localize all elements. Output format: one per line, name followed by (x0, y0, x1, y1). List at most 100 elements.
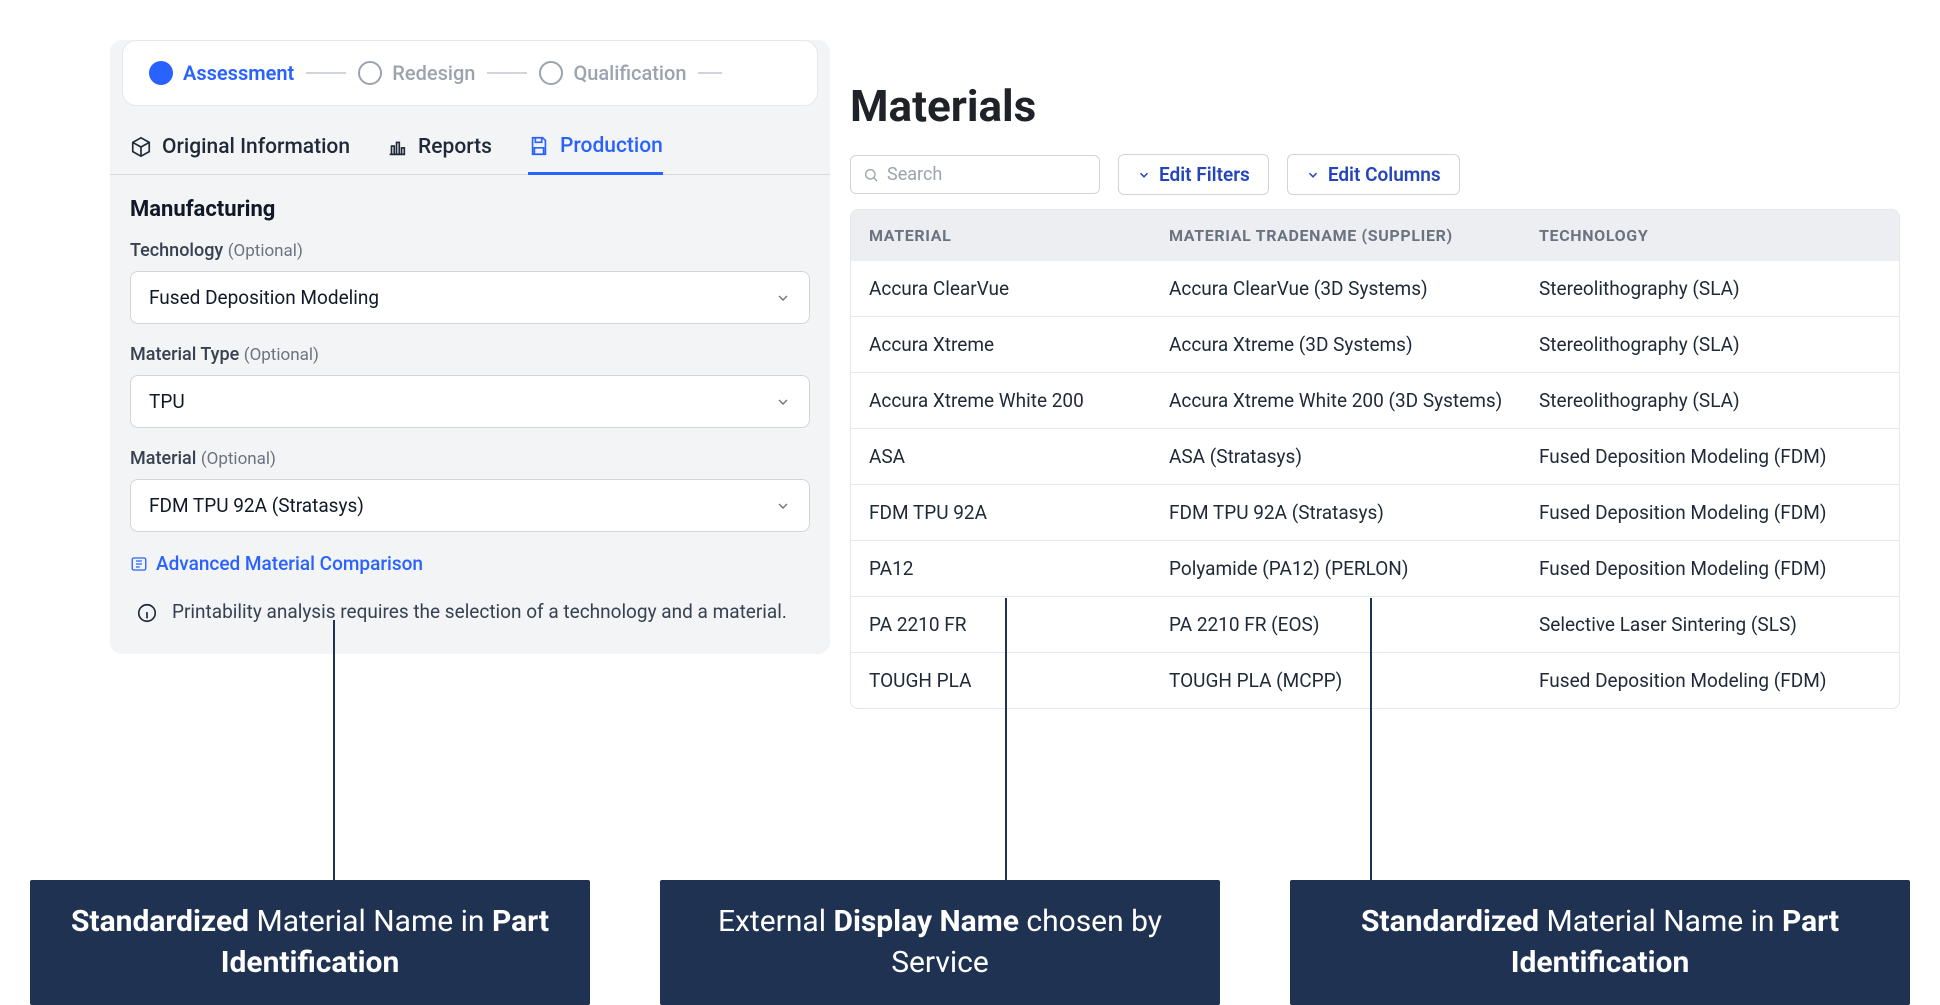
step-connector (698, 72, 722, 74)
step-dot-hollow-icon (539, 61, 563, 85)
callout-line (333, 620, 335, 880)
callout-bold: Standardized (1361, 904, 1539, 939)
save-icon (528, 135, 550, 157)
callout-text: Material Name in (249, 904, 492, 939)
compare-icon (130, 555, 148, 573)
bar-chart-icon (386, 136, 408, 158)
info-banner: Printability analysis requires the selec… (110, 589, 830, 654)
cell-tradename: PA 2210 FR (EOS) (1151, 597, 1521, 652)
step-connector (306, 72, 346, 74)
right-panel: Materials Edit Filters Edit Columns (850, 80, 1900, 709)
step-assessment[interactable]: Assessment (149, 61, 294, 85)
step-dot-active-icon (149, 61, 173, 85)
cell-tradename: Accura ClearVue (3D Systems) (1151, 261, 1521, 316)
field-label: Material Type (Optional) (130, 344, 810, 365)
table-row[interactable]: Accura XtremeAccura Xtreme (3D Systems)S… (851, 316, 1899, 372)
callout-text: Material Name in (1539, 904, 1782, 939)
table-row[interactable]: ASAASA (Stratasys)Fused Deposition Model… (851, 428, 1899, 484)
step-connector (487, 72, 527, 74)
callout-text: External (718, 904, 833, 939)
step-label: Qualification (573, 61, 686, 85)
toolbar: Edit Filters Edit Columns (850, 154, 1900, 195)
optional-text: (Optional) (201, 449, 276, 469)
cell-material: FDM TPU 92A (851, 485, 1151, 540)
step-dot-hollow-icon (358, 61, 382, 85)
cell-technology: Fused Deposition Modeling (FDM) (1521, 653, 1881, 708)
section-title: Manufacturing (110, 175, 830, 234)
chevron-down-icon (1306, 168, 1320, 182)
cube-icon (130, 136, 152, 158)
cell-tradename: TOUGH PLA (MCPP) (1151, 653, 1521, 708)
table-row[interactable]: PA12Polyamide (PA12) (PERLON)Fused Depos… (851, 540, 1899, 596)
info-text: Printability analysis requires the selec… (172, 599, 787, 626)
label-text: Material Type (130, 344, 239, 365)
tab-label: Production (560, 134, 663, 158)
step-label: Assessment (183, 61, 294, 85)
table-header: MATERIAL MATERIAL TRADENAME (SUPPLIER) T… (851, 210, 1899, 261)
button-label: Edit Filters (1159, 163, 1250, 186)
cell-material: Accura Xtreme (851, 317, 1151, 372)
cell-material: Accura Xtreme White 200 (851, 373, 1151, 428)
cell-material: PA12 (851, 541, 1151, 596)
step-label: Redesign (392, 61, 475, 85)
field-material: Material (Optional) FDM TPU 92A (Stratas… (110, 442, 830, 546)
cell-tradename: Accura Xtreme White 200 (3D Systems) (1151, 373, 1521, 428)
materials-table: MATERIAL MATERIAL TRADENAME (SUPPLIER) T… (850, 209, 1900, 709)
label-text: Technology (130, 240, 223, 261)
cell-material: PA 2210 FR (851, 597, 1151, 652)
col-tradename[interactable]: MATERIAL TRADENAME (SUPPLIER) (1151, 210, 1521, 261)
callout-bold: Display Name (833, 904, 1018, 939)
chevron-down-icon (1137, 168, 1151, 182)
material-type-select[interactable]: TPU (130, 375, 810, 428)
select-value: Fused Deposition Modeling (149, 286, 379, 309)
callout-2: External Display Name chosen by Service (660, 880, 1220, 1005)
table-row[interactable]: Accura ClearVueAccura ClearVue (3D Syste… (851, 261, 1899, 316)
tabs: Original Information Reports Production (110, 106, 830, 175)
select-value: FDM TPU 92A (Stratasys) (149, 494, 364, 517)
chevron-down-icon (775, 290, 791, 306)
cell-technology: Fused Deposition Modeling (FDM) (1521, 429, 1881, 484)
callout-3: Standardized Material Name in Part Ident… (1290, 880, 1910, 1005)
button-label: Edit Columns (1328, 163, 1441, 186)
technology-select[interactable]: Fused Deposition Modeling (130, 271, 810, 324)
callout-line (1005, 598, 1007, 880)
field-technology: Technology (Optional) Fused Deposition M… (110, 234, 830, 338)
tab-reports[interactable]: Reports (386, 134, 492, 174)
table-row[interactable]: TOUGH PLATOUGH PLA (MCPP)Fused Depositio… (851, 652, 1899, 708)
col-technology[interactable]: TECHNOLOGY (1521, 210, 1881, 261)
step-qualification[interactable]: Qualification (539, 61, 686, 85)
edit-columns-button[interactable]: Edit Columns (1287, 154, 1460, 195)
search-icon (863, 167, 879, 183)
field-material-type: Material Type (Optional) TPU (110, 338, 830, 442)
cell-material: ASA (851, 429, 1151, 484)
optional-text: (Optional) (228, 241, 303, 261)
label-text: Material (130, 448, 196, 469)
table-row[interactable]: FDM TPU 92AFDM TPU 92A (Stratasys)Fused … (851, 484, 1899, 540)
table-row[interactable]: PA 2210 FRPA 2210 FR (EOS)Selective Lase… (851, 596, 1899, 652)
edit-filters-button[interactable]: Edit Filters (1118, 154, 1269, 195)
optional-text: (Optional) (244, 345, 319, 365)
col-material[interactable]: MATERIAL (851, 210, 1151, 261)
step-redesign[interactable]: Redesign (358, 61, 475, 85)
field-label: Technology (Optional) (130, 240, 810, 261)
cell-technology: Stereolithography (SLA) (1521, 373, 1881, 428)
chevron-down-icon (775, 498, 791, 514)
tab-production[interactable]: Production (528, 134, 663, 175)
cell-technology: Stereolithography (SLA) (1521, 261, 1881, 316)
workflow-stepper: Assessment Redesign Qualification (122, 40, 818, 106)
search-input[interactable] (887, 164, 1115, 185)
table-row[interactable]: Accura Xtreme White 200Accura Xtreme Whi… (851, 372, 1899, 428)
material-select[interactable]: FDM TPU 92A (Stratasys) (130, 479, 810, 532)
tab-label: Original Information (162, 135, 350, 159)
tab-label: Reports (418, 135, 492, 159)
search-input-wrapper[interactable] (850, 155, 1100, 194)
cell-tradename: ASA (Stratasys) (1151, 429, 1521, 484)
select-value: TPU (149, 390, 185, 413)
cell-technology: Fused Deposition Modeling (FDM) (1521, 485, 1881, 540)
tab-original-information[interactable]: Original Information (130, 134, 350, 174)
info-icon (136, 602, 158, 624)
table-body: Accura ClearVueAccura ClearVue (3D Syste… (851, 261, 1899, 708)
advanced-material-comparison-link[interactable]: Advanced Material Comparison (110, 546, 830, 589)
cell-technology: Stereolithography (SLA) (1521, 317, 1881, 372)
callout-line (1370, 598, 1372, 880)
